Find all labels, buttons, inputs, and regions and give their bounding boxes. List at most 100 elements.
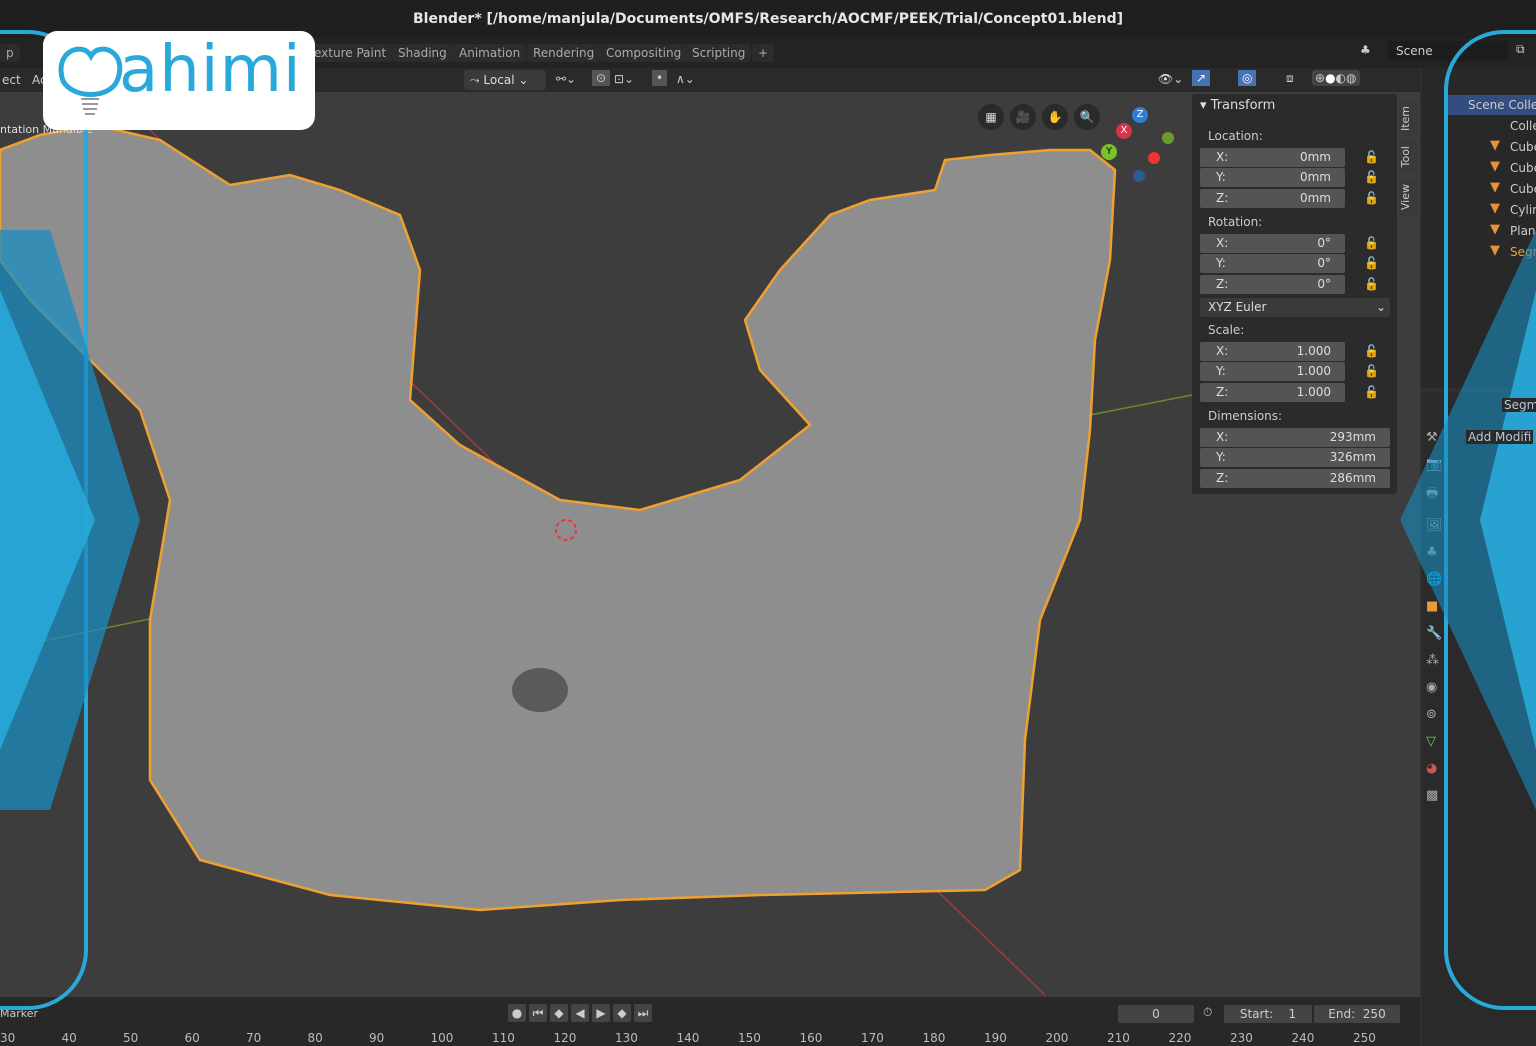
field-value: 326mm: [1329, 450, 1376, 464]
lock-icon[interactable]: 🔓: [1364, 364, 1379, 378]
rendered-icon[interactable]: ◍: [1346, 71, 1356, 85]
timeline-tick: 60: [184, 1031, 200, 1045]
material-icon[interactable]: ◐: [1336, 71, 1346, 85]
current-frame-field[interactable]: 0: [1118, 1005, 1194, 1023]
play-icon[interactable]: ▶: [592, 1004, 610, 1022]
field-value: 0mm: [1299, 150, 1331, 164]
gizmo-neg-x[interactable]: [1148, 152, 1160, 164]
object-name-field[interactable]: Segme: [1502, 398, 1536, 412]
jump-start-icon[interactable]: ⏮: [529, 1004, 547, 1022]
rotation-label: Rotation:: [1208, 215, 1263, 229]
tab-animation[interactable]: Animation: [453, 44, 527, 62]
jump-end-icon[interactable]: ⏭: [634, 1004, 652, 1022]
sidebar-tab-view[interactable]: View: [1399, 178, 1417, 217]
qahimi-logo: ahimi: [43, 31, 315, 130]
field-value: 1.000: [1296, 364, 1331, 378]
location-x-field[interactable]: X: 0mm: [1200, 148, 1345, 167]
gizmo-x[interactable]: X: [1116, 123, 1132, 139]
falloff-icon[interactable]: ∧⌄: [676, 72, 695, 86]
zoom-icon[interactable]: 🔍: [1074, 104, 1100, 130]
timeline-tick: 170: [861, 1031, 884, 1045]
rotation-x-field[interactable]: X: 0°: [1200, 234, 1345, 253]
play-reverse-icon[interactable]: ◀: [571, 1004, 589, 1022]
scene-icon[interactable]: ♣: [1360, 43, 1371, 57]
timeline-tick: 220: [1168, 1031, 1192, 1045]
visibility-icon[interactable]: 👁⌄: [1158, 72, 1183, 86]
scene-name: Scene: [1396, 44, 1433, 58]
location-y-field[interactable]: Y: 0mm: [1200, 168, 1345, 187]
lock-icon[interactable]: 🔓: [1364, 191, 1379, 205]
location-z-field[interactable]: Z: 0mm: [1200, 189, 1345, 208]
timeline-tick: 240: [1291, 1031, 1315, 1045]
sidebar-tab-tool[interactable]: Tool: [1399, 140, 1417, 174]
rotation-mode-dropdown[interactable]: XYZ Euler ⌄: [1200, 298, 1390, 317]
timeline-tick: 50: [123, 1031, 139, 1045]
axis-label: Y:: [1216, 170, 1226, 184]
sidebar-tab-item[interactable]: Item: [1399, 100, 1417, 138]
lock-icon[interactable]: 🔓: [1364, 256, 1379, 270]
lock-icon[interactable]: 🔓: [1364, 236, 1379, 250]
overlay-toggle-icon[interactable]: ◎: [1238, 70, 1257, 86]
gizmo-z[interactable]: Z: [1132, 107, 1148, 123]
gizmo-y[interactable]: Y: [1101, 144, 1117, 160]
transform-header[interactable]: ▾ Transform: [1200, 98, 1275, 113]
shading-modes[interactable]: ⊕●◐◍: [1312, 70, 1360, 86]
snap-target-icon[interactable]: ⊡⌄: [614, 72, 634, 86]
tab-scripting[interactable]: Scripting: [686, 44, 752, 62]
lock-icon[interactable]: 🔓: [1364, 150, 1379, 164]
add-modifier-button[interactable]: Add Modifi: [1466, 430, 1534, 444]
transform-orientation-dropdown[interactable]: ⤳ Local ⌄: [464, 70, 546, 90]
lock-icon[interactable]: 🔓: [1364, 344, 1379, 358]
pivot-icon[interactable]: ⚯⌄: [556, 72, 576, 86]
tab-compositing[interactable]: Compositing: [600, 44, 688, 62]
pan-hand-icon[interactable]: ✋: [1042, 104, 1068, 130]
timeline-tick: 250: [1353, 1031, 1376, 1045]
xray-icon[interactable]: ⧈: [1286, 71, 1294, 86]
record-icon[interactable]: ●: [508, 1004, 526, 1022]
tab-rendering[interactable]: Rendering: [527, 44, 601, 62]
tab-texture-paint[interactable]: exture Paint: [308, 44, 393, 62]
start-frame-field[interactable]: Start: 1: [1224, 1005, 1312, 1023]
rotation-z-field[interactable]: Z: 0°: [1200, 275, 1345, 294]
dimension-y-field[interactable]: Y: 326mm: [1200, 448, 1390, 467]
next-keyframe-icon[interactable]: ◆: [613, 1004, 631, 1022]
timeline-tick: 190: [984, 1031, 1007, 1045]
axis-label: Z:: [1216, 385, 1229, 399]
y-axis-line-right: [1089, 394, 1193, 416]
proportional-edit-icon[interactable]: •: [652, 70, 668, 86]
stopwatch-icon[interactable]: ⏱: [1203, 1005, 1212, 1020]
snap-icon[interactable]: ⊙: [592, 70, 611, 86]
rotation-mode-value: XYZ Euler: [1208, 300, 1267, 314]
playback-controls: ● ⏮ ◆ ◀ ▶ ◆ ⏭: [508, 1004, 652, 1022]
scale-z-field[interactable]: Z: 1.000: [1200, 383, 1345, 402]
timeline-tick: 210: [1107, 1031, 1130, 1045]
lock-icon[interactable]: 🔓: [1364, 277, 1379, 291]
end-label: End:: [1328, 1007, 1356, 1021]
solid-icon[interactable]: ●: [1325, 71, 1335, 85]
dimension-x-field[interactable]: X: 293mm: [1200, 428, 1390, 447]
dimensions-label: Dimensions:: [1208, 409, 1283, 423]
timeline-tick: 130: [615, 1031, 638, 1045]
camera-icon[interactable]: 🎥: [1010, 104, 1036, 130]
tab-shading[interactable]: Shading: [392, 44, 453, 62]
field-value: 1.000: [1296, 344, 1331, 358]
lock-icon[interactable]: 🔓: [1364, 170, 1379, 184]
add-workspace-button[interactable]: +: [752, 44, 775, 62]
gizmo-toggle-icon[interactable]: ↗: [1192, 70, 1211, 86]
dimension-z-field[interactable]: Z: 286mm: [1200, 469, 1390, 488]
gizmo-neg-y[interactable]: [1162, 132, 1174, 144]
wireframe-icon[interactable]: ⊕: [1315, 71, 1325, 85]
timeline-tick: 70: [246, 1031, 262, 1045]
gizmo-neg-z[interactable]: [1133, 170, 1145, 182]
ortho-toggle-icon[interactable]: ▦: [978, 104, 1004, 130]
transform-title: Transform: [1210, 98, 1276, 113]
scale-x-field[interactable]: X: 1.000: [1200, 342, 1345, 361]
scale-y-field[interactable]: Y: 1.000: [1200, 362, 1345, 381]
axis-label: Z:: [1216, 277, 1229, 291]
prev-keyframe-icon[interactable]: ◆: [550, 1004, 568, 1022]
navigation-gizmo[interactable]: Z X Y: [1100, 107, 1180, 187]
end-frame-field[interactable]: End: 250: [1314, 1005, 1400, 1023]
rotation-y-field[interactable]: Y: 0°: [1200, 254, 1345, 273]
axis-label: X:: [1216, 236, 1229, 250]
lock-icon[interactable]: 🔓: [1364, 385, 1379, 399]
